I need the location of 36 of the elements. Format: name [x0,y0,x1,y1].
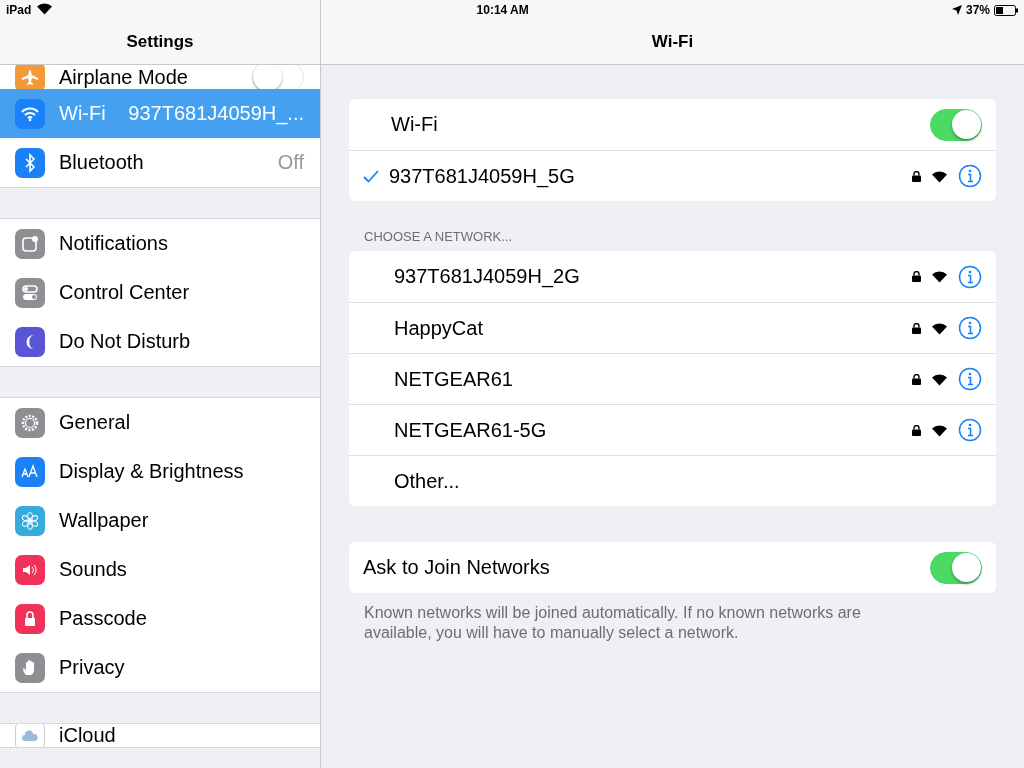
current-network[interactable]: 937T681J4059H_5G [349,150,996,201]
device-name: iPad [6,3,32,17]
network-row[interactable]: NETGEAR61-5G [349,404,996,455]
gear-icon [20,412,40,433]
battery-icon [994,4,1018,16]
footer-note: Known networks will be joined automatically. If no known networks are available, you will have to manually select a network. [363,603,862,643]
battery-percent: 37% [965,3,990,17]
info-icon[interactable] [958,164,982,188]
info-icon[interactable] [958,418,982,442]
network-row[interactable]: 937T681J4059H_2G [349,251,996,302]
sidebar-title: Settings [126,32,194,52]
wifi-signal-icon [931,270,948,283]
network-row[interactable]: NETGEAR61 [349,353,996,404]
wifi-signal-icon [931,423,948,437]
info-icon[interactable] [958,264,982,289]
wifi-toggle[interactable] [930,108,982,141]
section-header: CHOOSE A NETWORK... [363,228,514,246]
info-icon[interactable] [958,367,982,391]
info-icon[interactable] [958,316,982,340]
control-icon [20,282,40,303]
airplane-toggle[interactable] [252,65,304,89]
wifi-signal-icon [931,372,948,386]
flower-icon [20,510,40,531]
wifi-label: Wi-Fi [390,113,439,136]
notifications-icon [20,233,40,254]
page-title: Wi-Fi [651,32,694,52]
wifi-signal-icon [931,321,948,335]
network-row[interactable]: HappyCat [349,302,996,353]
location-icon [951,5,962,15]
other-network-row[interactable]: Other... [349,455,996,506]
ask-label: Ask to Join Networks [363,556,551,579]
ask-toggle[interactable] [930,551,982,584]
wifi-signal-icon [931,169,948,183]
clock: 10:14 AM [476,3,529,17]
airplane-icon [20,67,40,87]
wifi-status-icon [36,2,54,15]
